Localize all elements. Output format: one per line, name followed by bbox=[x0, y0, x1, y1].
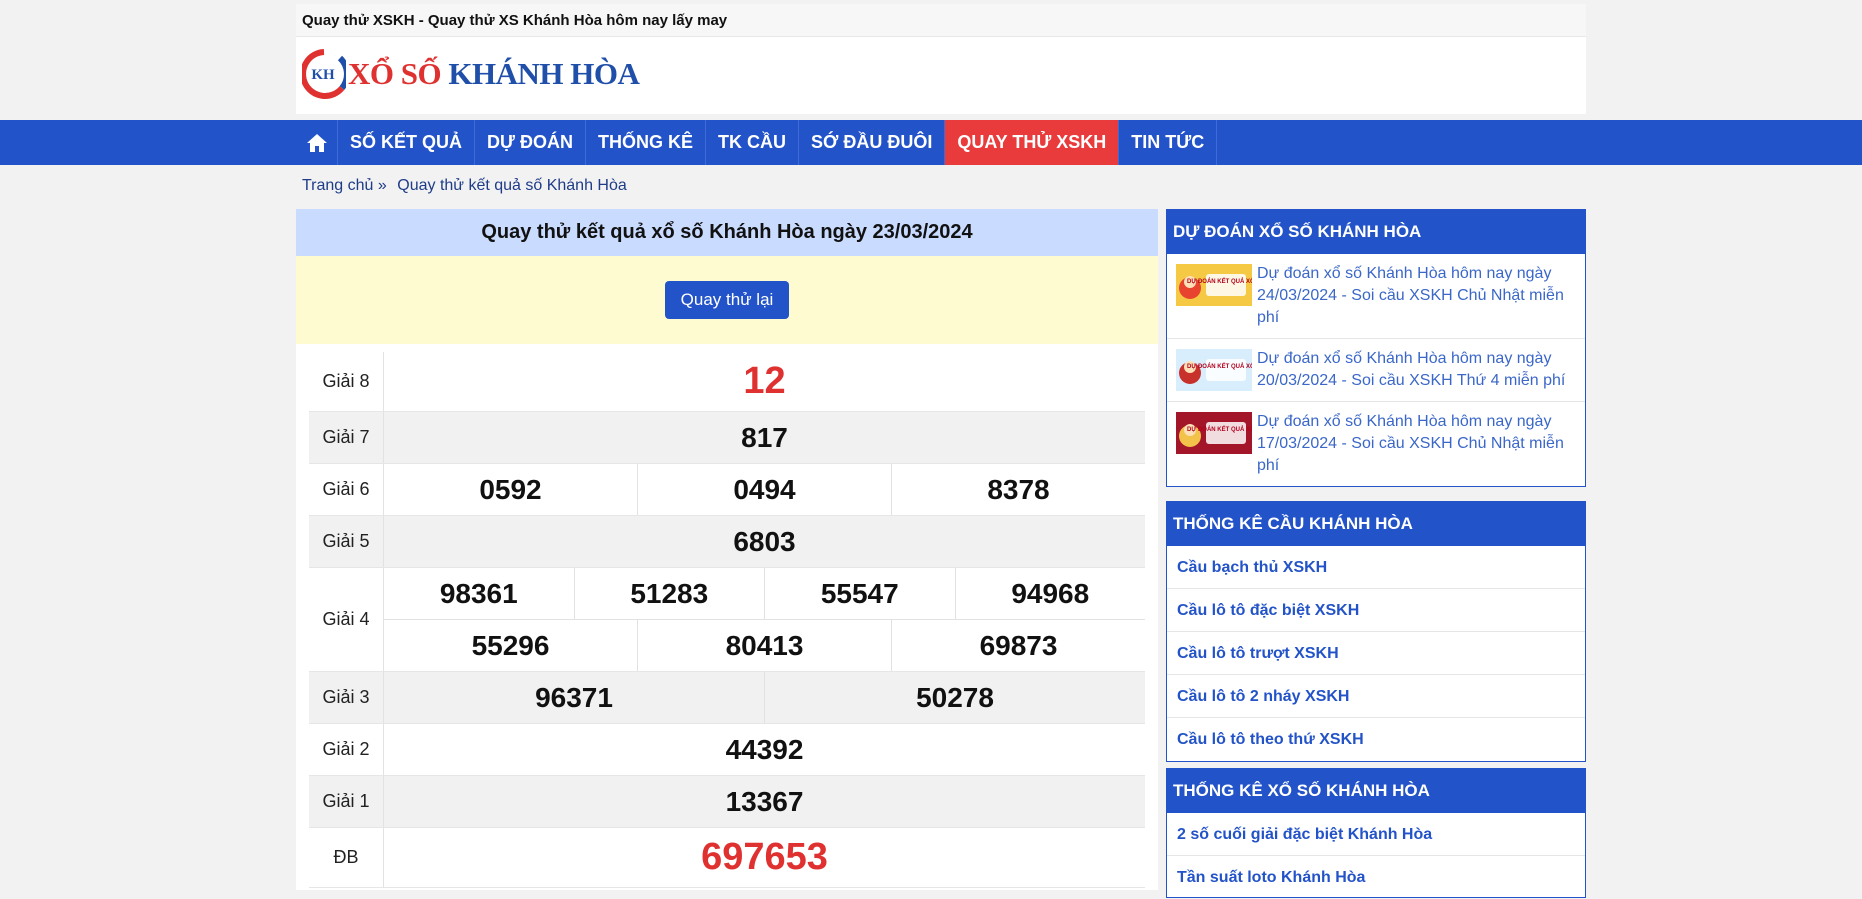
prize-number: 817 bbox=[741, 421, 788, 453]
prize-number: 94968 bbox=[954, 568, 1146, 619]
prize-label: Giải 4 bbox=[309, 568, 384, 671]
cau-panel: THỐNG KÊ CẦU KHÁNH HÒA Cầu bạch thủ XSKH… bbox=[1166, 501, 1586, 762]
prize-number: 697653 bbox=[701, 836, 828, 878]
predict-item[interactable]: DỰ ĐOÁN KẾT QUẢ XỔ SỐ Dự đoán xổ số Khánh… bbox=[1167, 339, 1585, 402]
cau-link[interactable]: Cầu lô tô trượt XSKH bbox=[1167, 632, 1585, 675]
logo-text: XỔ SỐ KHÁNH HÒA bbox=[348, 48, 640, 100]
predict-panel: DỰ ĐOÁN XỔ SỐ KHÁNH HÒA DỰ ĐOÁN KẾT QUẢ … bbox=[1166, 209, 1586, 487]
prize-row: Giải 7 817 bbox=[309, 412, 1145, 464]
prize-label: Giải 7 bbox=[309, 412, 384, 463]
stats-link[interactable]: 2 số cuối giải đặc biệt Khánh Hòa bbox=[1167, 813, 1585, 856]
prize-label: Giải 3 bbox=[309, 672, 384, 723]
prize-number: 69873 bbox=[891, 620, 1145, 671]
breadcrumb-current[interactable]: Quay thử kết quả số Khánh Hòa bbox=[397, 177, 627, 194]
nav-item-5[interactable]: QUAY THỬ XSKH bbox=[945, 120, 1120, 165]
spin-panel: Quay thử lại bbox=[296, 256, 1158, 344]
predict-thumbnail[interactable]: DỰ ĐOÁN KẾT QUẢ XỔ SỐ bbox=[1176, 412, 1252, 454]
site-header: KH XỔ SỐ KHÁNH HÒA bbox=[296, 37, 1586, 114]
prize-label: ĐB bbox=[309, 828, 384, 887]
predict-heading: DỰ ĐOÁN XỔ SỐ KHÁNH HÒA bbox=[1167, 210, 1585, 254]
svg-text:DỰ ĐOÁN KẾT QUẢ XỔ SỐ: DỰ ĐOÁN KẾT QUẢ XỔ SỐ bbox=[1187, 426, 1252, 433]
nav-item-4[interactable]: SỚ ĐẦU ĐUÔI bbox=[799, 120, 946, 165]
prize-label: Giải 8 bbox=[309, 352, 384, 411]
stats-list: 2 số cuối giải đặc biệt Khánh Hòa Tần suấ… bbox=[1167, 813, 1585, 899]
prize-number: 0592 bbox=[479, 473, 542, 505]
prize-label: Giải 1 bbox=[309, 776, 384, 827]
prize-number: 50278 bbox=[764, 672, 1145, 723]
prize-number: 6803 bbox=[733, 525, 796, 557]
stats-heading: THỐNG KÊ XỔ SỐ KHÁNH HÒA bbox=[1167, 769, 1585, 813]
nav-home-button[interactable] bbox=[296, 120, 338, 165]
prize-number: 98361 bbox=[439, 577, 518, 609]
prize-label: Giải 6 bbox=[309, 464, 384, 515]
prize-number: 96371 bbox=[535, 681, 613, 713]
predict-title[interactable]: Dự đoán xổ số Khánh Hòa hôm nay ngày 20/… bbox=[1257, 348, 1576, 392]
nav-item-6[interactable]: TIN TỨC bbox=[1119, 120, 1218, 165]
prize-row: Giải 5 6803 bbox=[309, 516, 1145, 568]
prize-row: Giải 6 0592 0494 8378 bbox=[309, 464, 1145, 516]
cau-link[interactable]: Cầu lô tô 2 nháy XSKH bbox=[1167, 675, 1585, 718]
breadcrumb: Trang chủ » Quay thử kết quả số Khánh Hò… bbox=[302, 177, 633, 195]
prize-number: 12 bbox=[743, 360, 786, 402]
prize-number: 8378 bbox=[891, 464, 1145, 515]
prize-label: Giải 2 bbox=[309, 724, 384, 775]
prize-row: Giải 2 44392 bbox=[309, 724, 1145, 776]
prize-number: 13367 bbox=[725, 785, 804, 817]
svg-text:DỰ ĐOÁN KẾT QUẢ XỔ SỐ: DỰ ĐOÁN KẾT QUẢ XỔ SỐ bbox=[1187, 363, 1252, 370]
predict-list: DỰ ĐOÁN KẾT QUẢ XỔ SỐ Dự đoán xổ số Khánh… bbox=[1167, 254, 1585, 486]
svg-text:DỰ ĐOÁN KẾT QUẢ XỔ SỐ: DỰ ĐOÁN KẾT QUẢ XỔ SỐ bbox=[1187, 278, 1252, 285]
nav-item-0[interactable]: SỐ KẾT QUẢ bbox=[338, 120, 476, 165]
logo-text-blue: KHÁNH HÒA bbox=[448, 56, 640, 91]
prize-number: 55547 bbox=[764, 568, 955, 619]
predict-title[interactable]: Dự đoán xổ số Khánh Hòa hôm nay ngày 17/… bbox=[1257, 411, 1576, 477]
stats-panel: THỐNG KÊ XỔ SỐ KHÁNH HÒA 2 số cuối giải … bbox=[1166, 768, 1586, 898]
svg-text:KH: KH bbox=[311, 67, 335, 83]
prize-row: Giải 3 96371 50278 bbox=[309, 672, 1145, 724]
prize-number: 44392 bbox=[725, 733, 804, 765]
cau-link[interactable]: Cầu bạch thủ XSKH bbox=[1167, 546, 1585, 589]
nav-item-3[interactable]: TK CẦU bbox=[706, 120, 799, 165]
cau-link[interactable]: Cầu lô tô theo thứ XSKH bbox=[1167, 718, 1585, 761]
site-logo[interactable]: KH XỔ SỐ KHÁNH HÒA bbox=[300, 48, 640, 100]
breadcrumb-home-link[interactable]: Trang chủ » bbox=[302, 177, 387, 194]
prize-label: Giải 5 bbox=[309, 516, 384, 567]
prize-number: 55296 bbox=[471, 629, 550, 661]
nav-item-1[interactable]: DỰ ĐOÁN bbox=[475, 120, 586, 165]
results-table: Giải 8 12 Giải 7 817 Giải 6 0592 0494 8378 Giải … bbox=[309, 352, 1145, 888]
prize-row: Giải 1 13367 bbox=[309, 776, 1145, 828]
prize-row: ĐB 697653 bbox=[309, 828, 1145, 888]
cau-list: Cầu bạch thủ XSKH Cầu lô tô đặc biệt XSKH… bbox=[1167, 546, 1585, 761]
main-content: Quay thử kết quả xổ số Khánh Hòa ngày 23… bbox=[296, 209, 1158, 890]
stats-link[interactable]: Tần suất loto Khánh Hòa bbox=[1167, 856, 1585, 899]
page-title: Quay thử kết quả xổ số Khánh Hòa ngày 23… bbox=[296, 209, 1158, 256]
cau-heading: THỐNG KÊ CẦU KHÁNH HÒA bbox=[1167, 502, 1585, 546]
predict-item[interactable]: DỰ ĐOÁN KẾT QUẢ XỔ SỐ Dự đoán xổ số Khánh… bbox=[1167, 402, 1585, 486]
predict-thumbnail[interactable]: DỰ ĐOÁN KẾT QUẢ XỔ SỐ bbox=[1176, 349, 1252, 391]
main-navbar: SỐ KẾT QUẢ DỰ ĐOÁN THỐNG KÊ TK CẦU SỚ ĐẦU ĐU… bbox=[0, 120, 1862, 165]
predict-title[interactable]: Dự đoán xổ số Khánh Hòa hôm nay ngày 24/… bbox=[1257, 263, 1576, 329]
site-top-title: Quay thử XSKH - Quay thử XS Khánh Hòa hô… bbox=[302, 12, 728, 29]
predict-thumbnail[interactable]: DỰ ĐOÁN KẾT QUẢ XỔ SỐ bbox=[1176, 264, 1252, 306]
prize-row: Giải 8 12 bbox=[309, 352, 1145, 412]
logo-kh-icon: KH bbox=[300, 48, 350, 100]
prize-number: 80413 bbox=[637, 620, 891, 671]
nav-menu: SỐ KẾT QUẢ DỰ ĐOÁN THỐNG KÊ TK CẦU SỚ ĐẦU ĐU… bbox=[296, 120, 1218, 165]
cau-link[interactable]: Cầu lô tô đặc biệt XSKH bbox=[1167, 589, 1585, 632]
spin-again-button[interactable]: Quay thử lại bbox=[664, 281, 790, 319]
top-bar: Quay thử XSKH - Quay thử XS Khánh Hòa hô… bbox=[296, 4, 1586, 37]
predict-item[interactable]: DỰ ĐOÁN KẾT QUẢ XỔ SỐ Dự đoán xổ số Khánh… bbox=[1167, 254, 1585, 339]
prize-number: 51283 bbox=[573, 568, 765, 619]
logo-text-red: XỔ SỐ bbox=[348, 56, 442, 91]
nav-item-2[interactable]: THỐNG KÊ bbox=[586, 120, 706, 165]
prize-number: 0494 bbox=[637, 464, 891, 515]
home-icon bbox=[306, 133, 327, 152]
prize-row: Giải 4 98361 51283 55547 94968 55296 80413 6987… bbox=[309, 568, 1145, 672]
